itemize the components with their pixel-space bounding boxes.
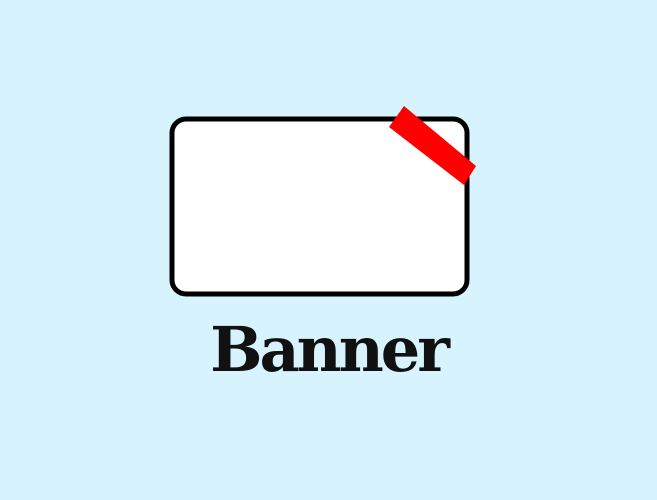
banner-card bbox=[169, 116, 470, 297]
banner-icon bbox=[169, 106, 476, 297]
banner-tile: Banner bbox=[0, 0, 657, 500]
banner-ribbon bbox=[389, 106, 476, 185]
banner-label: Banner bbox=[210, 313, 450, 386]
